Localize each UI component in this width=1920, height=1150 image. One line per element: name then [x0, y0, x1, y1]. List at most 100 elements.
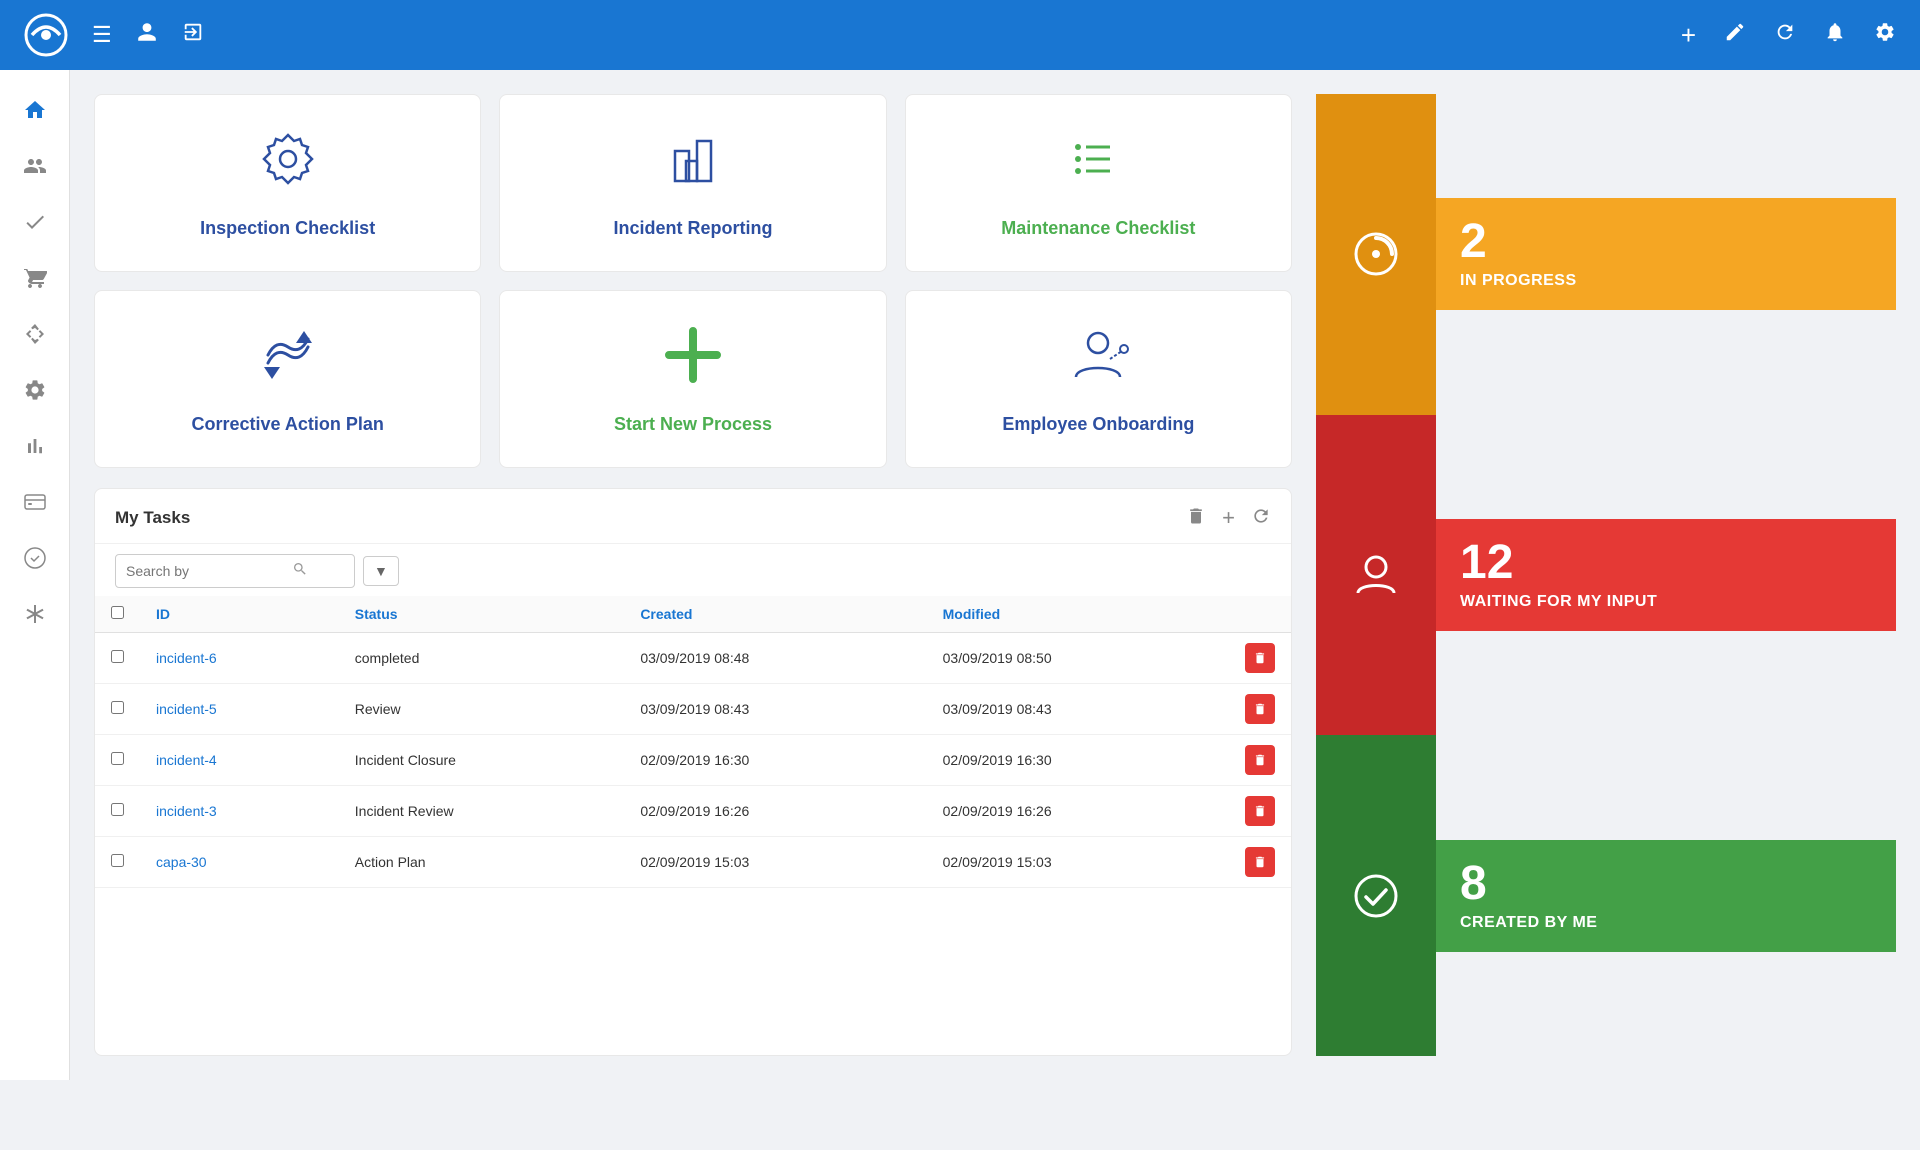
top-navigation: ☰ + [0, 0, 1920, 70]
row-modified: 02/09/2019 16:30 [927, 735, 1229, 786]
signout-icon[interactable] [182, 21, 204, 49]
start-new-process-card[interactable]: Start New Process [499, 290, 886, 468]
row-checkbox-cell [95, 633, 140, 684]
created-by-me-label: CREATED BY ME [1460, 914, 1872, 932]
add-task-icon[interactable]: + [1222, 505, 1235, 531]
row-delete-button[interactable] [1245, 796, 1275, 826]
sidebar-item-settings[interactable] [11, 366, 59, 414]
table-row: incident-3 Incident Review 02/09/2019 16… [95, 786, 1291, 837]
tasks-panel: My Tasks + ▼ [94, 488, 1292, 1056]
maintenance-icon [1066, 127, 1130, 204]
search-box[interactable] [115, 554, 355, 588]
new-process-label: Start New Process [614, 414, 772, 435]
filter-dropdown-button[interactable]: ▼ [363, 556, 399, 586]
delete-tasks-icon[interactable] [1186, 506, 1206, 531]
waiting-stat[interactable]: 12 WAITING FOR MY INPUT [1316, 415, 1896, 736]
status-column-header: Status [339, 596, 625, 633]
user-icon[interactable] [136, 21, 158, 49]
sidebar [0, 70, 70, 1080]
row-checkbox[interactable] [111, 650, 124, 663]
sidebar-item-asterisk[interactable] [11, 590, 59, 638]
in-progress-icon-block [1316, 94, 1436, 415]
edit-icon[interactable] [1724, 21, 1746, 49]
row-created: 03/09/2019 08:43 [624, 684, 926, 735]
sidebar-item-recycle[interactable] [11, 310, 59, 358]
in-progress-count: 2 [1460, 218, 1872, 266]
row-id[interactable]: incident-6 [140, 633, 339, 684]
row-checkbox[interactable] [111, 803, 124, 816]
row-status: Incident Review [339, 786, 625, 837]
created-by-me-stat[interactable]: 8 CREATED BY ME [1316, 735, 1896, 1056]
tasks-table-container: ID Status Created Modified incident-6 co… [95, 596, 1291, 1055]
incident-reporting-card[interactable]: Incident Reporting [499, 94, 886, 272]
corrective-action-card[interactable]: Corrective Action Plan [94, 290, 481, 468]
row-status: Incident Closure [339, 735, 625, 786]
row-action-cell [1229, 684, 1291, 735]
row-checkbox-cell [95, 735, 140, 786]
row-checkbox[interactable] [111, 752, 124, 765]
search-icon[interactable] [292, 561, 308, 581]
tasks-table: ID Status Created Modified incident-6 co… [95, 596, 1291, 888]
corrective-label: Corrective Action Plan [191, 414, 383, 435]
row-delete-button[interactable] [1245, 847, 1275, 877]
table-row: incident-4 Incident Closure 02/09/2019 1… [95, 735, 1291, 786]
sidebar-item-home[interactable] [11, 86, 59, 134]
modified-column-header: Modified [927, 596, 1229, 633]
maintenance-label: Maintenance Checklist [1001, 218, 1195, 239]
gear-icon[interactable] [1874, 21, 1896, 49]
bell-icon[interactable] [1824, 21, 1846, 49]
sidebar-item-cart[interactable] [11, 254, 59, 302]
row-id[interactable]: incident-4 [140, 735, 339, 786]
id-column-header: ID [140, 596, 339, 633]
table-row: capa-30 Action Plan 02/09/2019 15:03 02/… [95, 837, 1291, 888]
row-checkbox[interactable] [111, 854, 124, 867]
row-modified: 02/09/2019 15:03 [927, 837, 1229, 888]
row-delete-button[interactable] [1245, 745, 1275, 775]
row-delete-button[interactable] [1245, 694, 1275, 724]
row-status: completed [339, 633, 625, 684]
menu-icon[interactable]: ☰ [92, 22, 112, 48]
row-modified: 03/09/2019 08:43 [927, 684, 1229, 735]
waiting-icon-block [1316, 415, 1436, 736]
tasks-header: My Tasks + [95, 489, 1291, 544]
actions-column-header [1229, 596, 1291, 633]
row-checkbox-cell [95, 837, 140, 888]
logo-icon[interactable] [24, 13, 68, 57]
sidebar-item-users[interactable] [11, 142, 59, 190]
row-modified: 02/09/2019 16:26 [927, 786, 1229, 837]
maintenance-checklist-card[interactable]: Maintenance Checklist [905, 94, 1292, 272]
incident-icon [661, 127, 725, 204]
sidebar-item-check[interactable] [11, 198, 59, 246]
left-panel: Inspection Checklist Incident Reporting [94, 94, 1292, 1056]
row-created: 02/09/2019 16:26 [624, 786, 926, 837]
row-modified: 03/09/2019 08:50 [927, 633, 1229, 684]
table-row: incident-6 completed 03/09/2019 08:48 03… [95, 633, 1291, 684]
row-id[interactable]: incident-5 [140, 684, 339, 735]
corrective-icon [256, 323, 320, 400]
row-action-cell [1229, 735, 1291, 786]
row-checkbox[interactable] [111, 701, 124, 714]
sidebar-item-approval[interactable] [11, 534, 59, 582]
incident-label: Incident Reporting [613, 218, 772, 239]
created-by-me-info: 8 CREATED BY ME [1436, 840, 1896, 952]
refresh-tasks-icon[interactable] [1251, 506, 1271, 531]
refresh-icon[interactable] [1774, 21, 1796, 49]
sidebar-item-billing[interactable] [11, 478, 59, 526]
inspection-checklist-card[interactable]: Inspection Checklist [94, 94, 481, 272]
search-input[interactable] [126, 563, 286, 579]
row-id[interactable]: incident-3 [140, 786, 339, 837]
select-all-checkbox[interactable] [111, 606, 124, 619]
right-stats-panel: 2 IN PROGRESS 12 WAITING FOR MY INPUT [1316, 94, 1896, 1056]
waiting-label: WAITING FOR MY INPUT [1460, 593, 1872, 611]
row-status: Review [339, 684, 625, 735]
created-by-me-icon-block [1316, 735, 1436, 1056]
row-id[interactable]: capa-30 [140, 837, 339, 888]
in-progress-stat[interactable]: 2 IN PROGRESS [1316, 94, 1896, 415]
add-icon[interactable]: + [1681, 20, 1696, 51]
row-checkbox-cell [95, 786, 140, 837]
employee-onboarding-card[interactable]: Employee Onboarding [905, 290, 1292, 468]
sidebar-item-analytics[interactable] [11, 422, 59, 470]
row-action-cell [1229, 633, 1291, 684]
row-delete-button[interactable] [1245, 643, 1275, 673]
table-row: incident-5 Review 03/09/2019 08:43 03/09… [95, 684, 1291, 735]
